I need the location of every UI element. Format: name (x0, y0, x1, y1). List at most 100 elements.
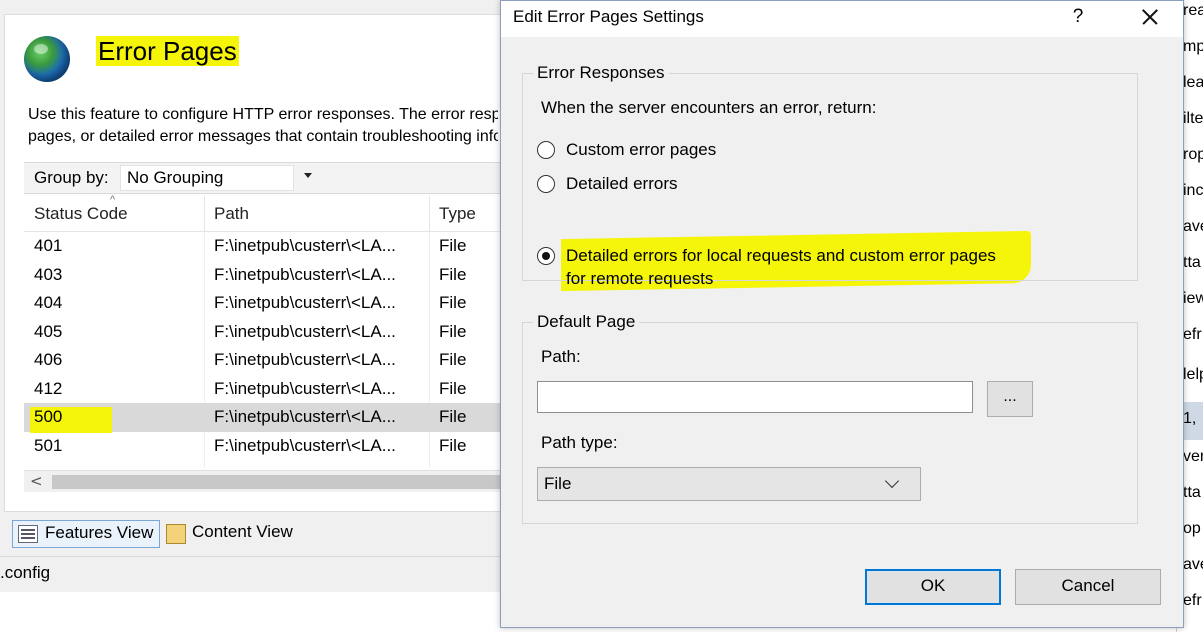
row-path: F:\inetpub\custerr\<LA... (214, 350, 396, 369)
table-row[interactable]: 403 F:\inetpub\custerr\<LA... File (24, 261, 500, 290)
error-responses-intro: When the server encounters an error, ret… (541, 98, 877, 117)
row-type: File (439, 264, 467, 284)
cancel-button[interactable]: Cancel (1015, 569, 1161, 605)
radio-button-selected[interactable] (537, 247, 555, 265)
browse-button[interactable]: ... (987, 381, 1033, 417)
edit-error-pages-dialog: Edit Error Pages Settings ? Error Respon… (500, 0, 1184, 628)
row-type: File (439, 236, 467, 255)
action-item[interactable]: ver (1183, 448, 1203, 466)
row-status-code: 500 (30, 407, 113, 433)
row-path: F:\inetpub\custerr\<LA... (214, 321, 396, 341)
column-header-type[interactable]: Type (439, 204, 476, 224)
column-header-status-code[interactable]: Status Code (34, 204, 128, 224)
globe-icon (24, 36, 70, 82)
page-title: Error Pages (96, 36, 239, 67)
table-row[interactable]: 501 F:\inetpub\custerr\<LA... File (24, 432, 500, 461)
table-row[interactable]: 406 F:\inetpub\custerr\<LA... File (24, 346, 500, 375)
row-type: File (439, 350, 467, 369)
table-row[interactable]: 401 F:\inetpub\custerr\<LA... File (24, 232, 500, 261)
action-item[interactable]: ilte (1183, 110, 1203, 128)
error-pages-table: ^ Status Code Path Type 401 F:\inetpub\c… (24, 194, 500, 494)
group-by-label: Group by: (34, 168, 109, 187)
radio-label-line-1: Detailed errors for local requests and c… (566, 246, 996, 265)
action-item[interactable]: ave (1183, 218, 1203, 236)
action-item[interactable]: efr (1183, 592, 1202, 610)
row-type: File (439, 407, 467, 426)
dialog-titlebar[interactable]: Edit Error Pages Settings ? (501, 1, 1183, 37)
features-view-label: Features View (45, 523, 154, 542)
error-responses-group: Error Responses When the server encounte… (522, 63, 1138, 288)
action-item[interactable]: mp (1183, 38, 1203, 56)
features-view-icon (18, 525, 38, 543)
features-view-button[interactable]: Features View (12, 520, 161, 548)
action-item[interactable]: rea (1183, 2, 1203, 20)
path-label: Path: (541, 347, 581, 366)
action-item[interactable]: tta (1183, 484, 1201, 502)
action-item[interactable]: lea (1183, 74, 1203, 92)
table-header: ^ Status Code Path Type (24, 194, 500, 232)
action-item[interactable]: efr (1183, 326, 1202, 344)
scrollbar-thumb[interactable] (52, 475, 500, 489)
row-path: F:\inetpub\custerr\<LA... (214, 236, 396, 255)
page-title-text: Error Pages (96, 36, 239, 66)
radio-label-line-2: for remote requests (566, 269, 714, 288)
radio-label[interactable]: Custom error pages (566, 140, 716, 160)
status-text: .config (0, 563, 51, 582)
default-page-legend: Default Page (533, 312, 640, 332)
content-view-label: Content View (192, 522, 293, 541)
error-responses-legend: Error Responses (533, 63, 669, 83)
action-item[interactable]: iew (1183, 290, 1203, 308)
window-background (0, 592, 520, 632)
content-view-button[interactable]: Content View (166, 520, 299, 548)
table-row-selected[interactable]: 500 F:\inetpub\custerr\<LA... File (24, 403, 500, 433)
radio-button[interactable] (537, 175, 555, 193)
default-page-group: Default Page Path: ... Path type: File (522, 312, 1138, 524)
action-item[interactable]: lelp (1183, 366, 1203, 384)
row-status-code: 401 (34, 236, 63, 255)
action-item[interactable]: op (1183, 520, 1201, 538)
path-input[interactable] (537, 381, 973, 413)
help-button[interactable]: ? (1065, 3, 1091, 33)
row-path: F:\inetpub\custerr\<LA... (214, 407, 396, 426)
radio-label[interactable]: Detailed errors for local requests and c… (566, 244, 996, 290)
group-by-dropdown[interactable]: No Grouping (120, 165, 294, 191)
row-type: File (439, 321, 467, 341)
content-view-icon (166, 524, 186, 544)
close-icon[interactable] (1125, 1, 1173, 33)
action-item[interactable]: inc (1183, 182, 1203, 200)
radio-label[interactable]: Detailed errors (566, 174, 678, 194)
table-row[interactable]: 412 F:\inetpub\custerr\<LA... File (24, 375, 500, 404)
group-by-bar: Group by: No Grouping (24, 162, 500, 194)
row-type: File (439, 435, 467, 455)
table-row[interactable]: 404 F:\inetpub\custerr\<LA... File (24, 289, 500, 318)
ok-button[interactable]: OK (865, 569, 1001, 605)
action-item[interactable]: tta (1183, 254, 1201, 272)
row-path: F:\inetpub\custerr\<LA... (214, 435, 396, 455)
column-header-path[interactable]: Path (214, 204, 249, 224)
horizontal-scrollbar[interactable]: < (24, 470, 500, 492)
dialog-title: Edit Error Pages Settings (513, 7, 704, 26)
row-path: F:\inetpub\custerr\<LA... (214, 378, 396, 398)
status-bar: .config (0, 556, 520, 592)
iis-window: Error Pages Use this feature to configur… (0, 0, 520, 632)
row-status-code: 412 (34, 378, 63, 398)
action-item[interactable]: rop (1183, 146, 1203, 164)
row-status-code: 406 (34, 350, 63, 369)
path-type-label: Path type: (541, 433, 618, 452)
view-switcher: Features View Content View (0, 516, 520, 550)
radio-button[interactable] (537, 141, 555, 159)
dropdown-arrow-icon[interactable] (304, 173, 312, 178)
action-item[interactable]: ave (1183, 556, 1203, 574)
scroll-left-icon[interactable]: < (30, 472, 43, 490)
row-path: F:\inetpub\custerr\<LA... (214, 293, 396, 312)
row-path: F:\inetpub\custerr\<LA... (214, 264, 396, 284)
description-line-1: Use this feature to configure HTTP error… (28, 106, 498, 123)
row-status-code: 405 (34, 321, 63, 341)
path-type-dropdown[interactable]: File (537, 467, 921, 501)
table-row[interactable]: 405 F:\inetpub\custerr\<LA... File (24, 318, 500, 347)
row-status-code: 404 (34, 293, 63, 312)
row-status-code: 403 (34, 264, 63, 284)
column-divider[interactable] (204, 196, 205, 232)
column-divider[interactable] (429, 196, 430, 232)
row-type: File (439, 378, 467, 398)
